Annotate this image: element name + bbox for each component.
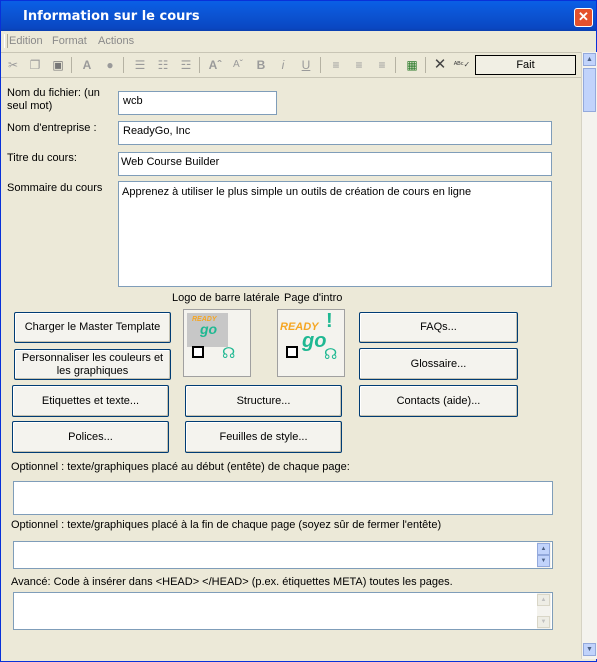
toolbar-separator — [320, 57, 321, 73]
sidebar-logo-go-text: go — [200, 321, 218, 337]
stylesheets-button[interactable]: Feuilles de style... — [185, 421, 342, 453]
toolbar-separator — [71, 57, 72, 73]
toolbar-separator — [425, 57, 426, 73]
company-label: Nom d'entreprise : — [7, 122, 97, 134]
contacts-help-button[interactable]: Contacts (aide)... — [359, 385, 518, 417]
copy-icon[interactable]: ❐ — [26, 56, 44, 74]
intro-page-checkbox[interactable] — [286, 346, 298, 358]
summary-label: Sommaire du cours — [7, 182, 103, 194]
formatting-toolbar: ✂ ❐ ▣ A ● ☰ ☷ ☲ Aˆ Aˇ B i U ≡ ≡ ≡ ▦ ✕ ᴬᴮ… — [1, 52, 583, 78]
done-button[interactable]: Fait — [475, 55, 576, 75]
sidebar-logo-button[interactable]: READY go ☊ — [183, 309, 251, 377]
bullet-list-icon[interactable]: ☰ — [131, 56, 149, 74]
head-code-label: Avancé: Code à insérer dans <HEAD> </HEA… — [11, 576, 453, 588]
align-center-icon[interactable]: ≡ — [350, 56, 368, 74]
sidebar-logo-checkbox[interactable] — [192, 346, 204, 358]
intro-logo-exclaim: ! — [326, 310, 333, 332]
toolbar-separator — [395, 57, 396, 73]
menu-grip — [4, 34, 8, 48]
faqs-button[interactable]: FAQs... — [359, 312, 518, 343]
headphones-icon: ☊ — [324, 346, 338, 363]
summary-textarea[interactable]: Apprenez à utiliser le plus simple un ou… — [118, 181, 552, 287]
structure-button[interactable]: Structure... — [185, 385, 342, 417]
footer-scrollbar[interactable]: ▲ ▼ — [537, 542, 551, 568]
headphones-icon: ☊ — [222, 345, 236, 362]
course-info-window: Information sur le cours ✕ Edition Forma… — [0, 0, 597, 662]
head-code-textarea[interactable] — [13, 592, 553, 630]
scroll-thumb[interactable] — [583, 68, 596, 112]
footer-scroll-up-icon[interactable]: ▲ — [537, 543, 550, 555]
load-master-template-button[interactable]: Charger le Master Template — [14, 312, 171, 343]
spellcheck-icon[interactable]: ᴬᴮᶜ✓ — [453, 56, 471, 74]
course-title-label: Titre du cours: — [7, 152, 77, 164]
numbered-list-icon[interactable]: ☷ — [154, 56, 172, 74]
scroll-up-arrow-icon[interactable]: ▲ — [583, 53, 596, 66]
filename-input[interactable]: wcb — [118, 91, 277, 115]
toolbar-separator — [123, 57, 124, 73]
increase-font-icon[interactable]: Aˆ — [206, 56, 224, 74]
window-scrollbar[interactable]: ▲ ▼ — [581, 52, 597, 659]
indent-icon[interactable]: ☲ — [177, 56, 195, 74]
paste-icon[interactable]: ▣ — [49, 56, 67, 74]
delete-icon[interactable]: ✕ — [431, 56, 449, 74]
head-scroll-up-icon[interactable]: ▲ — [537, 594, 550, 606]
head-code-scrollbar[interactable]: ▲ ▼ — [537, 593, 551, 629]
font-icon[interactable]: A — [78, 56, 96, 74]
intro-logo-go-text: go — [302, 330, 327, 352]
fonts-button[interactable]: Polices... — [12, 421, 169, 453]
align-right-icon[interactable]: ≡ — [373, 56, 391, 74]
head-scroll-down-icon[interactable]: ▼ — [537, 616, 550, 628]
header-textarea[interactable] — [13, 481, 553, 515]
decrease-font-icon[interactable]: Aˇ — [229, 56, 247, 74]
header-optional-label: Optionnel : texte/graphiques placé au dé… — [11, 461, 350, 473]
insert-image-icon[interactable]: ▦ — [403, 56, 421, 74]
menu-format[interactable]: Format — [52, 35, 87, 47]
footer-scroll-down-icon[interactable]: ▼ — [537, 555, 550, 567]
title-bar[interactable]: Information sur le cours ✕ — [1, 1, 596, 31]
company-input[interactable]: ReadyGo, Inc — [118, 121, 552, 145]
toolbar-separator — [199, 57, 200, 73]
customize-colors-button[interactable]: Personnaliser les couleurs et les graphi… — [14, 349, 171, 380]
labels-text-button[interactable]: Etiquettes et texte... — [12, 385, 169, 417]
intro-page-button[interactable]: READY ! go ☊ — [277, 309, 345, 377]
intro-page-label: Page d'intro — [284, 292, 343, 304]
close-button[interactable]: ✕ — [574, 8, 593, 27]
menu-edition[interactable]: Edition — [9, 35, 43, 47]
underline-icon[interactable]: U — [297, 56, 315, 74]
color-icon[interactable]: ● — [101, 56, 119, 74]
footer-textarea[interactable] — [13, 541, 553, 569]
menu-bar: Edition Format Actions — [1, 31, 596, 51]
window-title: Information sur le cours — [23, 9, 200, 24]
scroll-down-arrow-icon[interactable]: ▼ — [583, 643, 596, 656]
filename-label: Nom du fichier: (un seul mot) — [7, 87, 100, 112]
sidebar-logo-label: Logo de barre latérale — [172, 292, 280, 304]
cut-icon[interactable]: ✂ — [4, 56, 22, 74]
menu-actions[interactable]: Actions — [98, 35, 134, 47]
align-left-icon[interactable]: ≡ — [327, 56, 345, 74]
glossary-button[interactable]: Glossaire... — [359, 348, 518, 380]
footer-optional-label: Optionnel : texte/graphiques placé à la … — [11, 519, 442, 531]
course-title-input[interactable]: Web Course Builder — [118, 152, 552, 176]
bold-icon[interactable]: B — [252, 56, 270, 74]
italic-icon[interactable]: i — [274, 56, 292, 74]
